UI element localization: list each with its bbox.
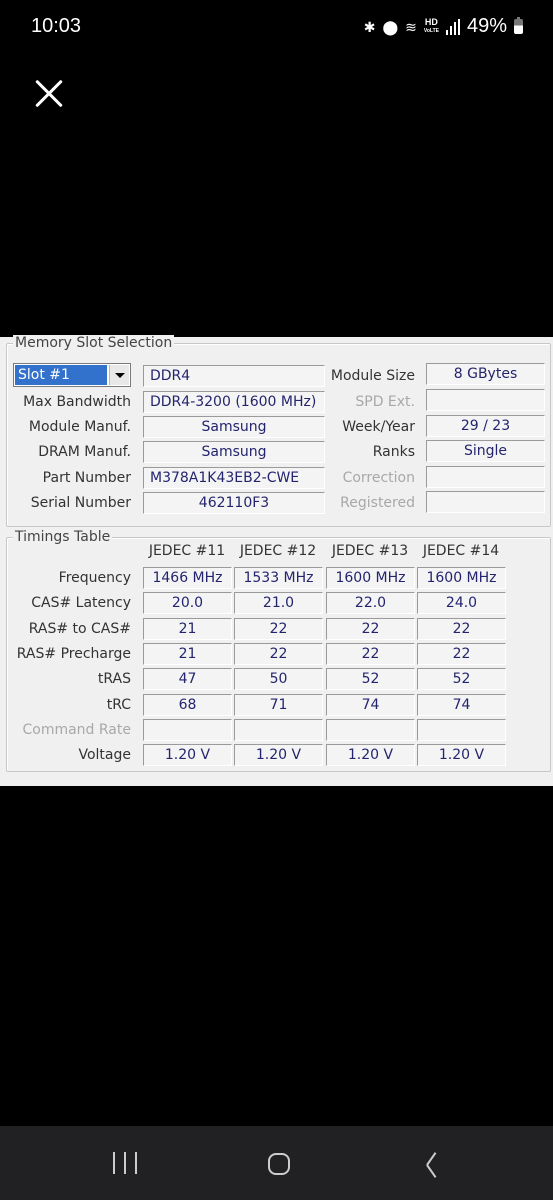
label-part-number: Part Number [42, 470, 131, 486]
timings-table-group: Timings Table JEDEC #11 JEDEC #12 JEDEC … [6, 529, 551, 772]
timing-cell: 71 [234, 693, 323, 716]
column-header: JEDEC #14 [422, 543, 500, 559]
label-serial-number: Serial Number [30, 495, 131, 511]
column-header: JEDEC #11 [148, 543, 226, 559]
timing-cell: 74 [326, 693, 415, 716]
label-ranks: Ranks [372, 444, 415, 460]
label-module-size: Module Size [330, 368, 415, 384]
timing-cell: 1600 MHz [417, 567, 506, 589]
signal-icon [445, 18, 460, 35]
value-part-number: M378A1K43EB2-CWE [143, 467, 325, 489]
timing-row-label: tRAS [97, 671, 131, 688]
timing-row-label: RAS# Precharge [16, 645, 131, 662]
back-icon[interactable] [425, 1153, 439, 1175]
chevron-down-icon[interactable] [109, 365, 129, 385]
recents-icon[interactable] [113, 1148, 137, 1178]
timing-cell: 1466 MHz [143, 567, 232, 589]
timing-row-label: tRC [106, 696, 131, 713]
memory-slot-group: Memory Slot Selection Slot #1 DDR4 Max B… [6, 335, 551, 527]
timings-title: Timings Table [13, 529, 113, 545]
wifi6-icon: ≋ [405, 18, 417, 35]
column-header: JEDEC #12 [239, 543, 317, 559]
timing-cell: 22 [234, 642, 323, 665]
timing-row-label: RAS# to CAS# [28, 620, 131, 637]
label-registered: Registered [340, 495, 415, 511]
timing-cell: 22.0 [326, 592, 415, 615]
timing-row-label: Command Rate [22, 721, 131, 738]
timing-cell: 1.20 V [326, 744, 415, 767]
timing-cell: 50 [234, 668, 323, 691]
memory-slot-title: Memory Slot Selection [13, 335, 175, 351]
value-dram-manuf: Samsung [143, 441, 325, 463]
label-week-year: Week/Year [342, 419, 415, 435]
timing-cell: 22 [326, 642, 415, 665]
timing-cell: 1600 MHz [326, 567, 415, 589]
status-bar: 10:03 ✱ ⬤ ≋ HD VoLTE 49% [0, 0, 553, 58]
timing-cell: 22 [326, 617, 415, 640]
timing-cell: 74 [417, 693, 506, 716]
slot-select[interactable]: Slot #1 [13, 363, 131, 387]
battery-percent: 49% [466, 15, 507, 37]
label-correction: Correction [342, 470, 415, 486]
value-correction [426, 466, 545, 488]
value-spd-ext [426, 389, 545, 411]
timing-row-label: CAS# Latency [31, 595, 131, 612]
timing-cell: 68 [143, 693, 232, 716]
label-module-manuf: Module Manuf. [28, 419, 131, 435]
timing-cell [143, 718, 232, 741]
timing-cell: 47 [143, 668, 232, 691]
timing-cell [234, 718, 323, 741]
hd-sub: VoLTE [423, 27, 439, 34]
timing-cell: 1533 MHz [234, 567, 323, 589]
memory-type: DDR4 [143, 365, 325, 387]
value-serial-number: 462110F3 [143, 492, 325, 514]
timing-cell: 21 [143, 617, 232, 640]
timing-cell: 22 [417, 617, 506, 640]
label-spd-ext: SPD Ext. [355, 394, 415, 410]
timing-cell [417, 718, 506, 741]
timing-cell: 20.0 [143, 592, 232, 615]
timing-cell: 1.20 V [143, 744, 232, 767]
value-registered [426, 491, 545, 513]
home-icon[interactable] [268, 1153, 290, 1175]
navigation-bar [0, 1126, 553, 1200]
value-module-size: 8 GBytes [426, 363, 545, 385]
bluetooth-icon: ✱ [363, 18, 376, 35]
value-ranks: Single [426, 440, 545, 462]
timing-cell [326, 718, 415, 741]
timing-cell: 52 [326, 668, 415, 691]
timing-cell: 21 [143, 642, 232, 665]
timing-row-label: Frequency [58, 570, 131, 586]
spd-panel: Memory Slot Selection Slot #1 DDR4 Max B… [0, 335, 553, 786]
timing-cell: 1.20 V [234, 744, 323, 767]
value-max-bandwidth: DDR4-3200 (1600 MHz) [143, 391, 325, 413]
clock: 10:03 [31, 15, 82, 37]
slot-selected-value: Slot #1 [15, 365, 107, 385]
timing-cell: 22 [417, 642, 506, 665]
timing-cell: 1.20 V [417, 744, 506, 767]
timing-row-label: Voltage [78, 747, 131, 764]
label-max-bandwidth: Max Bandwidth [23, 394, 131, 410]
timing-cell: 52 [417, 668, 506, 691]
close-icon[interactable] [33, 78, 65, 110]
timing-cell: 22 [234, 617, 323, 640]
timing-cell: 21.0 [234, 592, 323, 615]
timing-cell: 24.0 [417, 592, 506, 615]
status-icons: ✱ ⬤ ≋ HD VoLTE 49% [364, 15, 523, 38]
column-header: JEDEC #13 [331, 543, 409, 559]
value-week-year: 29 / 23 [426, 415, 545, 437]
location-icon: ⬤ [382, 18, 399, 35]
hd-voice-icon: HD VoLTE [423, 16, 439, 36]
battery-icon [514, 17, 523, 34]
hd-label: HD [424, 16, 438, 27]
label-dram-manuf: DRAM Manuf. [38, 444, 131, 460]
value-module-manuf: Samsung [143, 416, 325, 438]
